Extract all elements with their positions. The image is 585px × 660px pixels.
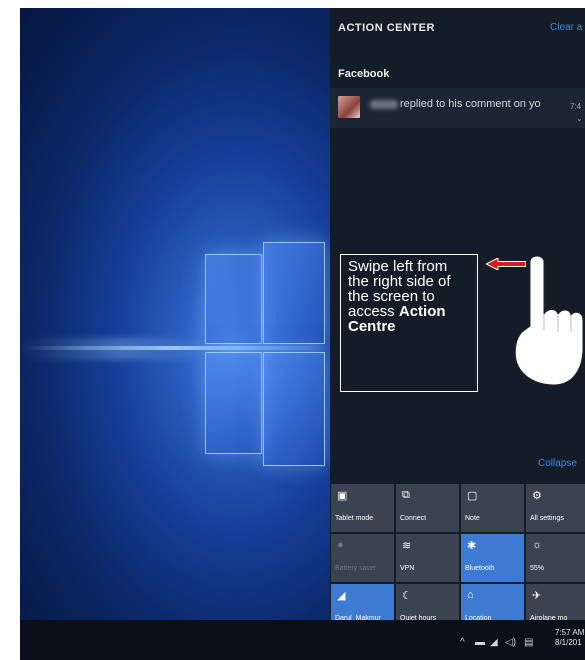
tile-note[interactable]: ▢ Note: [461, 484, 524, 532]
tile-connect[interactable]: ⧉ Connect: [396, 484, 459, 532]
location-icon: ⌂: [467, 589, 474, 601]
chevron-up-icon[interactable]: ^: [460, 637, 465, 648]
tile-label: Tablet mode: [335, 515, 374, 522]
connect-icon: ⧉: [402, 489, 410, 501]
collapse-link[interactable]: Collapse: [538, 458, 577, 469]
tile-bluetooth[interactable]: ✱ Bluetooth: [461, 534, 524, 582]
note-icon: ▢: [467, 490, 478, 502]
battery-saver-icon: ●: [337, 539, 344, 551]
screen: ACTION CENTER Clear a Facebook replied t…: [20, 8, 585, 660]
wifi-icon[interactable]: ◢: [490, 637, 498, 648]
clock[interactable]: 7:57 AM 8/1/201: [555, 628, 584, 648]
volume-icon[interactable]: ◁): [505, 637, 516, 648]
notification-app-name: Facebook: [338, 68, 390, 80]
tile-label: Note: [465, 515, 480, 522]
wifi-icon: ◢: [337, 590, 346, 602]
vpn-icon: ≋: [402, 540, 412, 552]
chevron-down-icon[interactable]: ⌄: [576, 114, 583, 123]
tablet-mode-icon: ▣: [337, 490, 348, 502]
tile-label: Connect: [400, 515, 427, 522]
brightness-icon: ☼: [532, 539, 543, 551]
window-logo-pane: [205, 352, 262, 454]
tile-label: All settings: [530, 515, 564, 522]
action-center-icon[interactable]: ▤: [524, 637, 533, 648]
notification-item[interactable]: replied to his comment on yo 7:4 ⌄: [330, 88, 585, 128]
airplane-mode-icon: ✈: [532, 590, 542, 602]
avatar: [338, 96, 360, 118]
quiet-hours-icon: ☾: [402, 590, 412, 602]
tile-tablet-mode[interactable]: ▣ Tablet mode: [331, 484, 394, 532]
clock-time: 7:57 AM: [555, 628, 585, 637]
tile-battery-saver[interactable]: ● Battery saver: [331, 534, 394, 582]
instruction-text: Swipe left from the right side of the sc…: [348, 259, 472, 334]
window-logo-pane: [263, 242, 325, 344]
blurred-sender-name: [370, 100, 398, 109]
action-center-title: ACTION CENTER: [338, 22, 435, 34]
taskbar: ^ ▬ ◢ ◁) ▤ 7:57 AM 8/1/201: [20, 620, 585, 660]
window-logo-pane: [263, 352, 325, 466]
notification-time: 7:4: [570, 102, 582, 111]
pointing-hand-icon: [514, 255, 584, 386]
desktop-wallpaper: [20, 8, 330, 620]
clock-date: 8/1/201: [555, 638, 582, 647]
tile-label: Bluetooth: [465, 565, 495, 572]
tile-all-settings[interactable]: ⚙ All settings: [526, 484, 585, 532]
tile-label: Battery saver: [335, 565, 377, 572]
window-logo-pane: [205, 254, 262, 344]
notification-text: replied to his comment on yo: [400, 98, 541, 110]
settings-icon: ⚙: [532, 490, 542, 502]
tile-label: VPN: [400, 565, 415, 572]
tile-brightness[interactable]: ☼ 55%: [526, 534, 585, 582]
tile-vpn[interactable]: ≋ VPN: [396, 534, 459, 582]
instruction-callout: Swipe left from the right side of the sc…: [340, 254, 478, 392]
battery-icon[interactable]: ▬: [475, 637, 485, 648]
clear-all-link[interactable]: Clear a: [550, 22, 582, 33]
bluetooth-icon: ✱: [467, 540, 477, 552]
tile-label: 55%: [530, 565, 545, 572]
light-beam: [20, 346, 330, 350]
